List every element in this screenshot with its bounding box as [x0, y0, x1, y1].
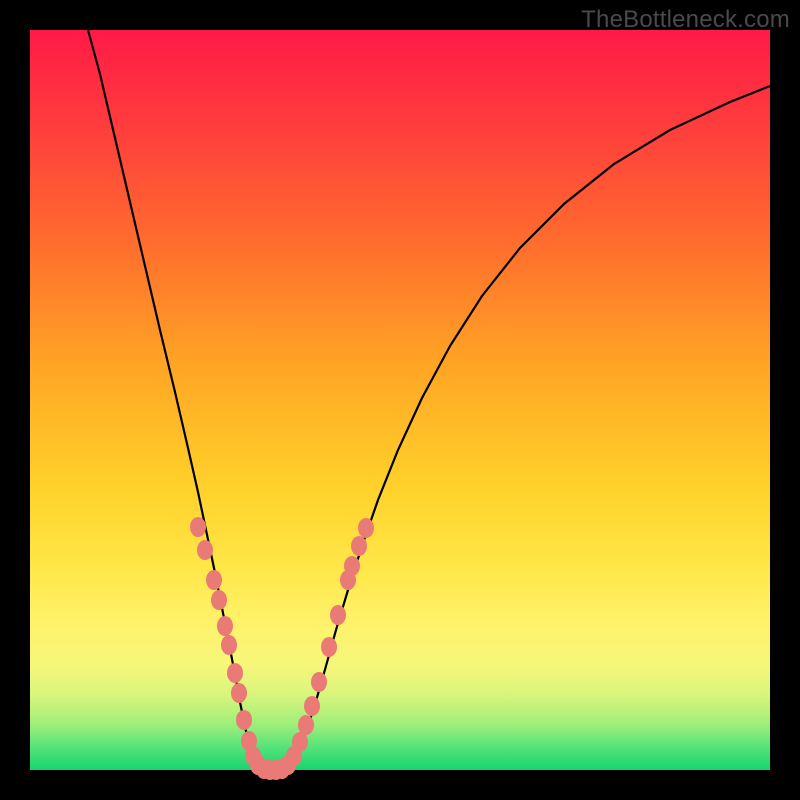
curve-marker [330, 605, 346, 625]
bottleneck-curve-svg [30, 30, 770, 770]
curve-marker [211, 590, 227, 610]
curve-marker [197, 540, 213, 560]
curve-marker [236, 710, 252, 730]
curve-marker [358, 518, 374, 538]
curve-marker [190, 517, 206, 537]
curve-marker [351, 536, 367, 556]
curve-marker [217, 616, 233, 636]
curve-marker [311, 672, 327, 692]
curve-marker [221, 635, 237, 655]
plot-area [30, 30, 770, 770]
curve-marker [304, 696, 320, 716]
curve-marker [227, 663, 243, 683]
curve-marker [344, 556, 360, 576]
curve-marker [321, 637, 337, 657]
curve-marker [206, 570, 222, 590]
curve-marker [231, 683, 247, 703]
curve-marker [298, 715, 314, 735]
curve-markers [190, 517, 374, 780]
chart-frame: TheBottleneck.com [0, 0, 800, 800]
bottleneck-curve [88, 30, 770, 770]
curve-marker [292, 732, 308, 752]
